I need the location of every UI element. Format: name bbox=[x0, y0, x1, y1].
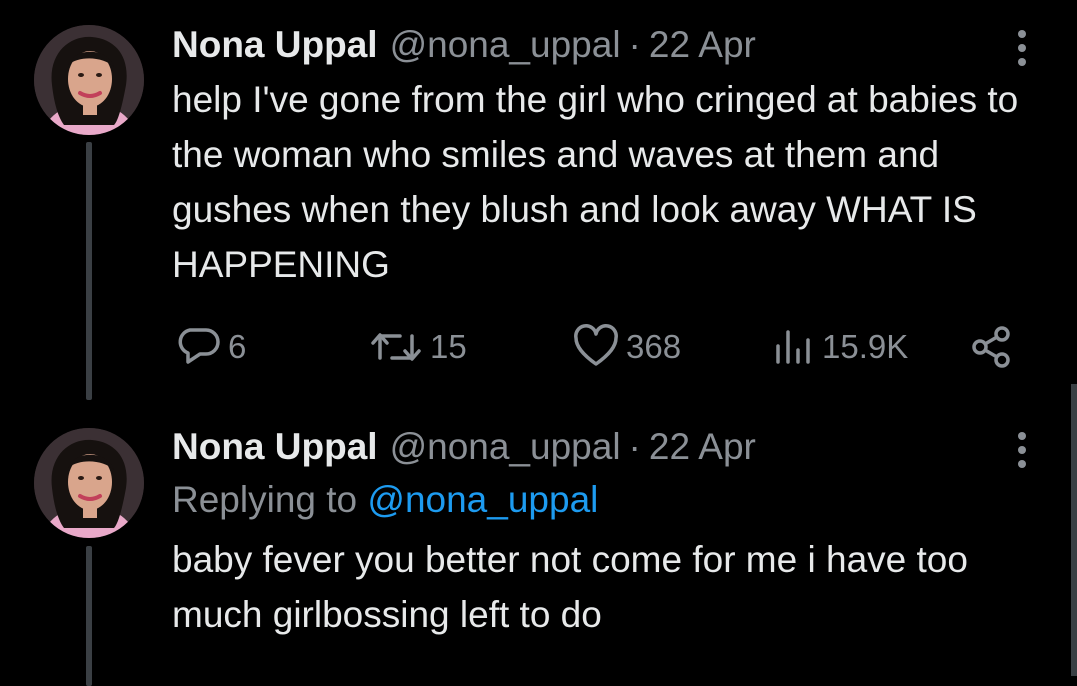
thread-line bbox=[86, 142, 92, 400]
retweet-icon bbox=[371, 333, 421, 361]
like-button[interactable]: 368 bbox=[572, 322, 681, 372]
tweet[interactable]: Nona Uppal @nona_uppal · 22 Apr help I'v… bbox=[0, 0, 1077, 400]
tweet-header: Nona Uppal @nona_uppal · 22 Apr bbox=[172, 22, 1047, 68]
tweet-date[interactable]: 22 Apr bbox=[649, 424, 756, 470]
tweet[interactable]: Nona Uppal @nona_uppal · 22 Apr Replying… bbox=[0, 400, 1077, 686]
author-handle[interactable]: @nona_uppal bbox=[390, 22, 621, 68]
views-chart-icon bbox=[776, 330, 810, 364]
more-vertical-icon bbox=[1018, 30, 1026, 66]
like-count: 368 bbox=[626, 328, 682, 365]
replying-to-label: Replying to bbox=[172, 479, 368, 520]
tweet-actions: 6 15 368 15.9K bbox=[172, 322, 1022, 372]
retweet-count: 15 bbox=[430, 328, 467, 365]
author-name[interactable]: Nona Uppal bbox=[172, 424, 378, 470]
tweet-text: help I've gone from the girl who cringed… bbox=[172, 79, 1019, 285]
separator-dot: · bbox=[628, 24, 641, 65]
reply-bubble-icon bbox=[178, 328, 220, 364]
author-name[interactable]: Nona Uppal bbox=[172, 22, 378, 68]
tweet-header: Nona Uppal @nona_uppal · 22 Apr bbox=[172, 424, 1047, 470]
share-button[interactable] bbox=[968, 322, 1014, 372]
reply-mention-link[interactable]: @nona_uppal bbox=[367, 479, 598, 520]
views-count: 15.9K bbox=[822, 328, 909, 365]
author-handle[interactable]: @nona_uppal bbox=[390, 424, 621, 470]
avatar-photo bbox=[34, 428, 144, 538]
scrollbar[interactable] bbox=[1071, 384, 1077, 676]
tweet-content: Nona Uppal @nona_uppal · 22 Apr Replying… bbox=[172, 424, 1047, 642]
reply-count: 6 bbox=[228, 328, 247, 365]
more-options-button[interactable] bbox=[1007, 430, 1037, 470]
tweet-date[interactable]: 22 Apr bbox=[649, 22, 756, 68]
replying-to: Replying to @nona_uppal bbox=[172, 470, 1047, 530]
retweet-button[interactable]: 15 bbox=[368, 322, 467, 372]
avatar[interactable] bbox=[34, 25, 144, 135]
separator-dot: · bbox=[628, 426, 641, 467]
share-icon bbox=[972, 326, 1010, 368]
views-button[interactable]: 15.9K bbox=[770, 322, 908, 372]
avatar[interactable] bbox=[34, 428, 144, 538]
thread-line bbox=[86, 546, 92, 686]
tweet-text: baby fever you better not come for me i … bbox=[172, 539, 968, 635]
avatar-photo bbox=[34, 25, 144, 135]
heart-icon bbox=[574, 324, 618, 366]
more-vertical-icon bbox=[1018, 432, 1026, 468]
reply-button[interactable]: 6 bbox=[176, 322, 246, 372]
more-options-button[interactable] bbox=[1007, 28, 1037, 68]
tweet-content: Nona Uppal @nona_uppal · 22 Apr help I'v… bbox=[172, 22, 1047, 292]
